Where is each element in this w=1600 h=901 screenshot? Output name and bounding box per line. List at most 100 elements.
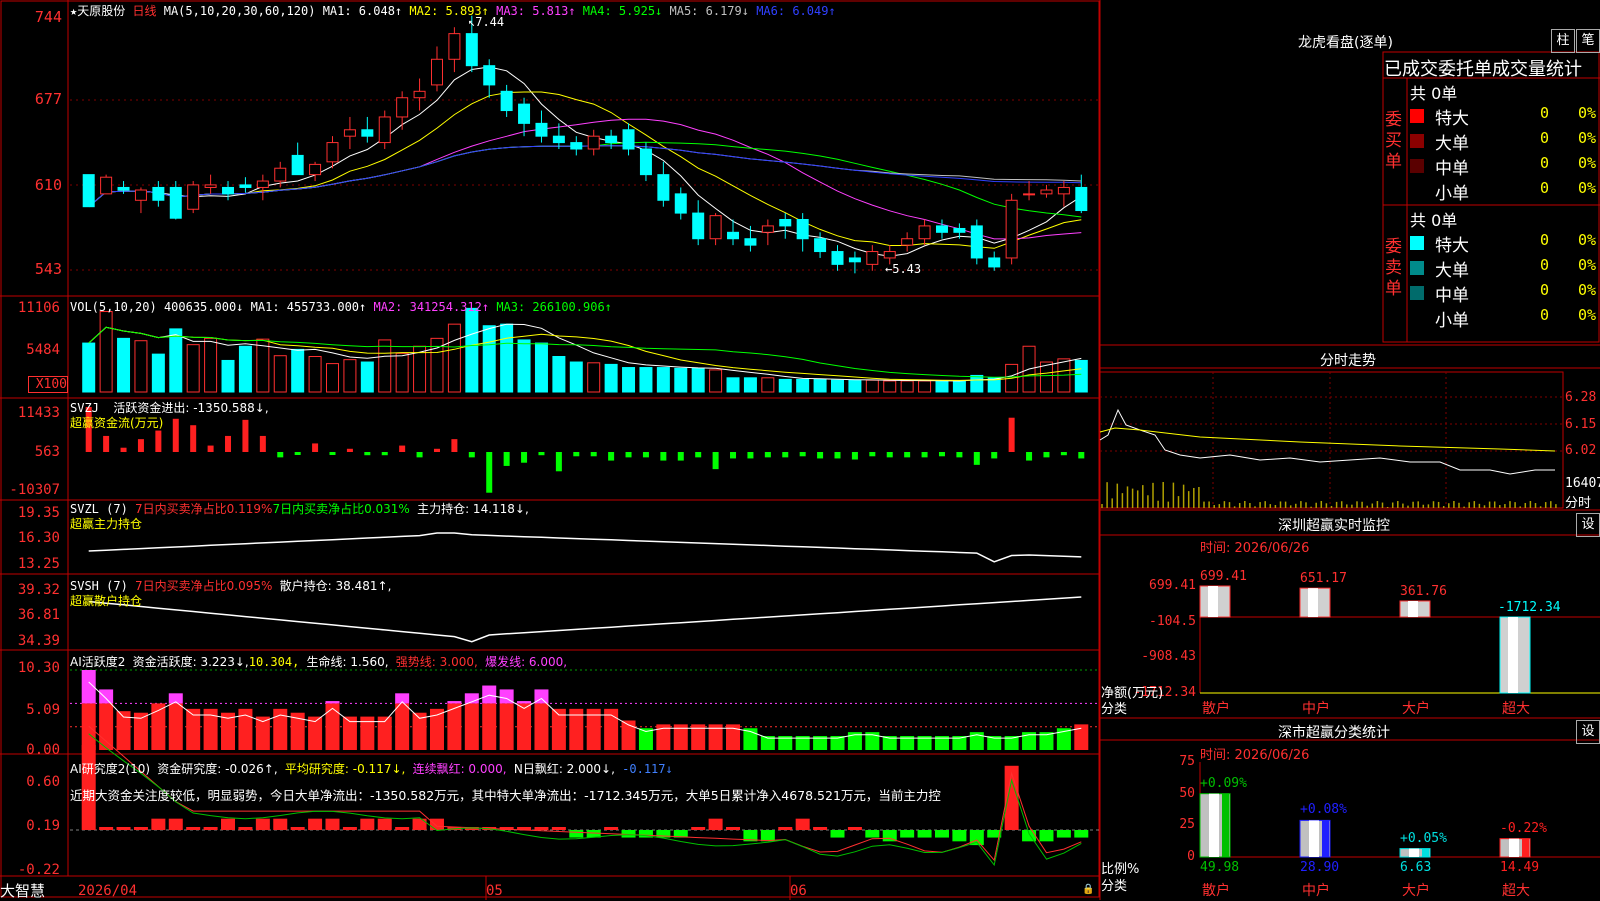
candle-body: [570, 142, 583, 150]
vol-bar: [465, 307, 479, 393]
ai1-bar: [517, 703, 532, 750]
fl-bar-highlight: [1509, 838, 1519, 857]
svzj-bar: [695, 452, 702, 458]
lhb-row-pct: 0%: [1578, 256, 1597, 274]
vol-bar: [569, 361, 583, 393]
ma-value-4: MA4: 5.925↓: [575, 4, 663, 18]
svsh-ytick-1: 39.32: [17, 582, 60, 598]
candle-body: [134, 189, 147, 201]
svzj-bar: [346, 448, 353, 452]
high-price-value: 7.44: [475, 15, 505, 29]
lhb-row-pct: 0%: [1578, 231, 1597, 249]
lhb-row-value: 0: [1540, 231, 1550, 249]
candle-body: [465, 33, 478, 67]
svzj-bar: [294, 452, 301, 455]
candle-body: [82, 174, 95, 208]
vol-bar: [656, 367, 670, 393]
fl-ytick-3: 25: [1179, 817, 1195, 833]
fl-bar-accent: [1322, 820, 1329, 857]
candle-body: [831, 251, 844, 265]
fl-bar-2: [1299, 819, 1331, 858]
lhb-side-label: 委卖单: [1385, 237, 1402, 299]
ai2-bar: [238, 827, 253, 830]
vol-bar: [273, 355, 287, 393]
svzj-bar: [747, 452, 754, 459]
ma-value-6: MA6: 6.049↑: [748, 4, 836, 18]
ai1-bar-top: [325, 701, 340, 704]
fl-settings-button[interactable]: 设: [1576, 720, 1600, 744]
fl-cat-label: 中户: [1302, 883, 1330, 899]
ai1-ytick-1: 10.30: [17, 660, 60, 676]
ma-params: MA(5,10,20,30,60,120): [163, 4, 316, 18]
vol-bar: [900, 380, 914, 393]
ai2-bar: [1039, 830, 1054, 842]
candle-body: [204, 184, 217, 188]
vol-bar: [308, 355, 322, 393]
lock-icon[interactable]: 🔒: [1082, 884, 1094, 895]
svzj-bar: [451, 439, 458, 452]
candle-body: [587, 135, 600, 150]
svzj-bar: [573, 452, 580, 457]
fl-bar-4: [1499, 838, 1531, 858]
candle-body: [500, 90, 513, 112]
svzj-bar: [1026, 452, 1033, 461]
svzj-ytick-2: 563: [34, 444, 60, 460]
ma-values: MA1: 6.048↑ MA2: 5.893↑ MA3: 5.813↑ MA4:…: [323, 4, 836, 18]
lhb-row-pct: 0%: [1578, 129, 1597, 147]
candle-body: [117, 186, 130, 191]
svzj-bar: [869, 452, 876, 457]
brand-logo[interactable]: 大智慧: [0, 880, 45, 901]
ai2-ytick-2: 0.19: [26, 818, 60, 834]
vol-bar: [709, 369, 723, 393]
fl-bar-value: 49.98: [1200, 860, 1240, 875]
lhb-row-name: 中单: [1435, 286, 1469, 306]
fl-bar-value: 6.63: [1400, 860, 1432, 875]
svzj-bar: [625, 452, 632, 458]
svzl-ytick-2: 16.30: [17, 530, 60, 546]
svsh-p1: 7日内买卖净占比0.095%: [135, 579, 273, 593]
sz-bar-4: [1499, 616, 1531, 694]
svzj-bar: [137, 439, 144, 452]
svzj-bar: [712, 452, 719, 470]
vol-bar: [204, 337, 218, 393]
candle-body: [761, 225, 774, 233]
ma-value-1: MA1: 6.048↑: [322, 4, 403, 18]
sz-ytick-2: -104.5: [1149, 613, 1196, 629]
vol-bar: [82, 342, 96, 393]
lhb-swatch: [1410, 286, 1424, 300]
ai2-bar: [726, 827, 741, 830]
ai2-ytick-1: 0.60: [26, 774, 60, 790]
vol-bar: [831, 379, 844, 393]
ai1-bar: [482, 703, 497, 750]
svzl-p3: 主力持仓: 14.118↓,: [417, 502, 529, 516]
svzj-bar: [851, 452, 858, 460]
sz-bar-highlight: [1308, 588, 1318, 618]
vol-ma-3: [88, 326, 1082, 378]
svzj-bar: [660, 452, 667, 461]
svzj-bar: [225, 435, 232, 452]
lhb-total: 共 0单: [1410, 211, 1458, 230]
lhb-total: 共 0单: [1410, 84, 1458, 103]
period-label[interactable]: 日线: [132, 4, 156, 18]
fs-avg-line: [1099, 427, 1556, 452]
ai1-bar-top: [517, 701, 532, 704]
tick-mode-button[interactable]: 笔: [1576, 29, 1600, 53]
vol-bar: [918, 380, 932, 393]
fl-ytick-1: 75: [1179, 754, 1195, 769]
candle-body: [988, 257, 1001, 268]
sz-settings-button[interactable]: 设: [1576, 513, 1600, 537]
stock-name: 天原股份: [77, 4, 126, 18]
lhb-row-name: 特大: [1435, 109, 1469, 129]
svzj-bar: [904, 452, 911, 458]
ai1-bar-top: [99, 689, 114, 704]
high-price-mark: ↖7.44: [468, 15, 505, 29]
svzj-bar: [433, 448, 440, 452]
ai1-ytick-3: 0.00: [26, 742, 60, 758]
vol-ma-2: [88, 326, 1082, 381]
fs-vol: 16407: [1565, 476, 1600, 491]
x-date-3: 06: [790, 883, 807, 899]
lhb-swatch: [1410, 109, 1424, 123]
vol-bar: [726, 377, 740, 393]
vol-bar: [883, 380, 897, 393]
bar-mode-button[interactable]: 柱: [1551, 29, 1575, 53]
